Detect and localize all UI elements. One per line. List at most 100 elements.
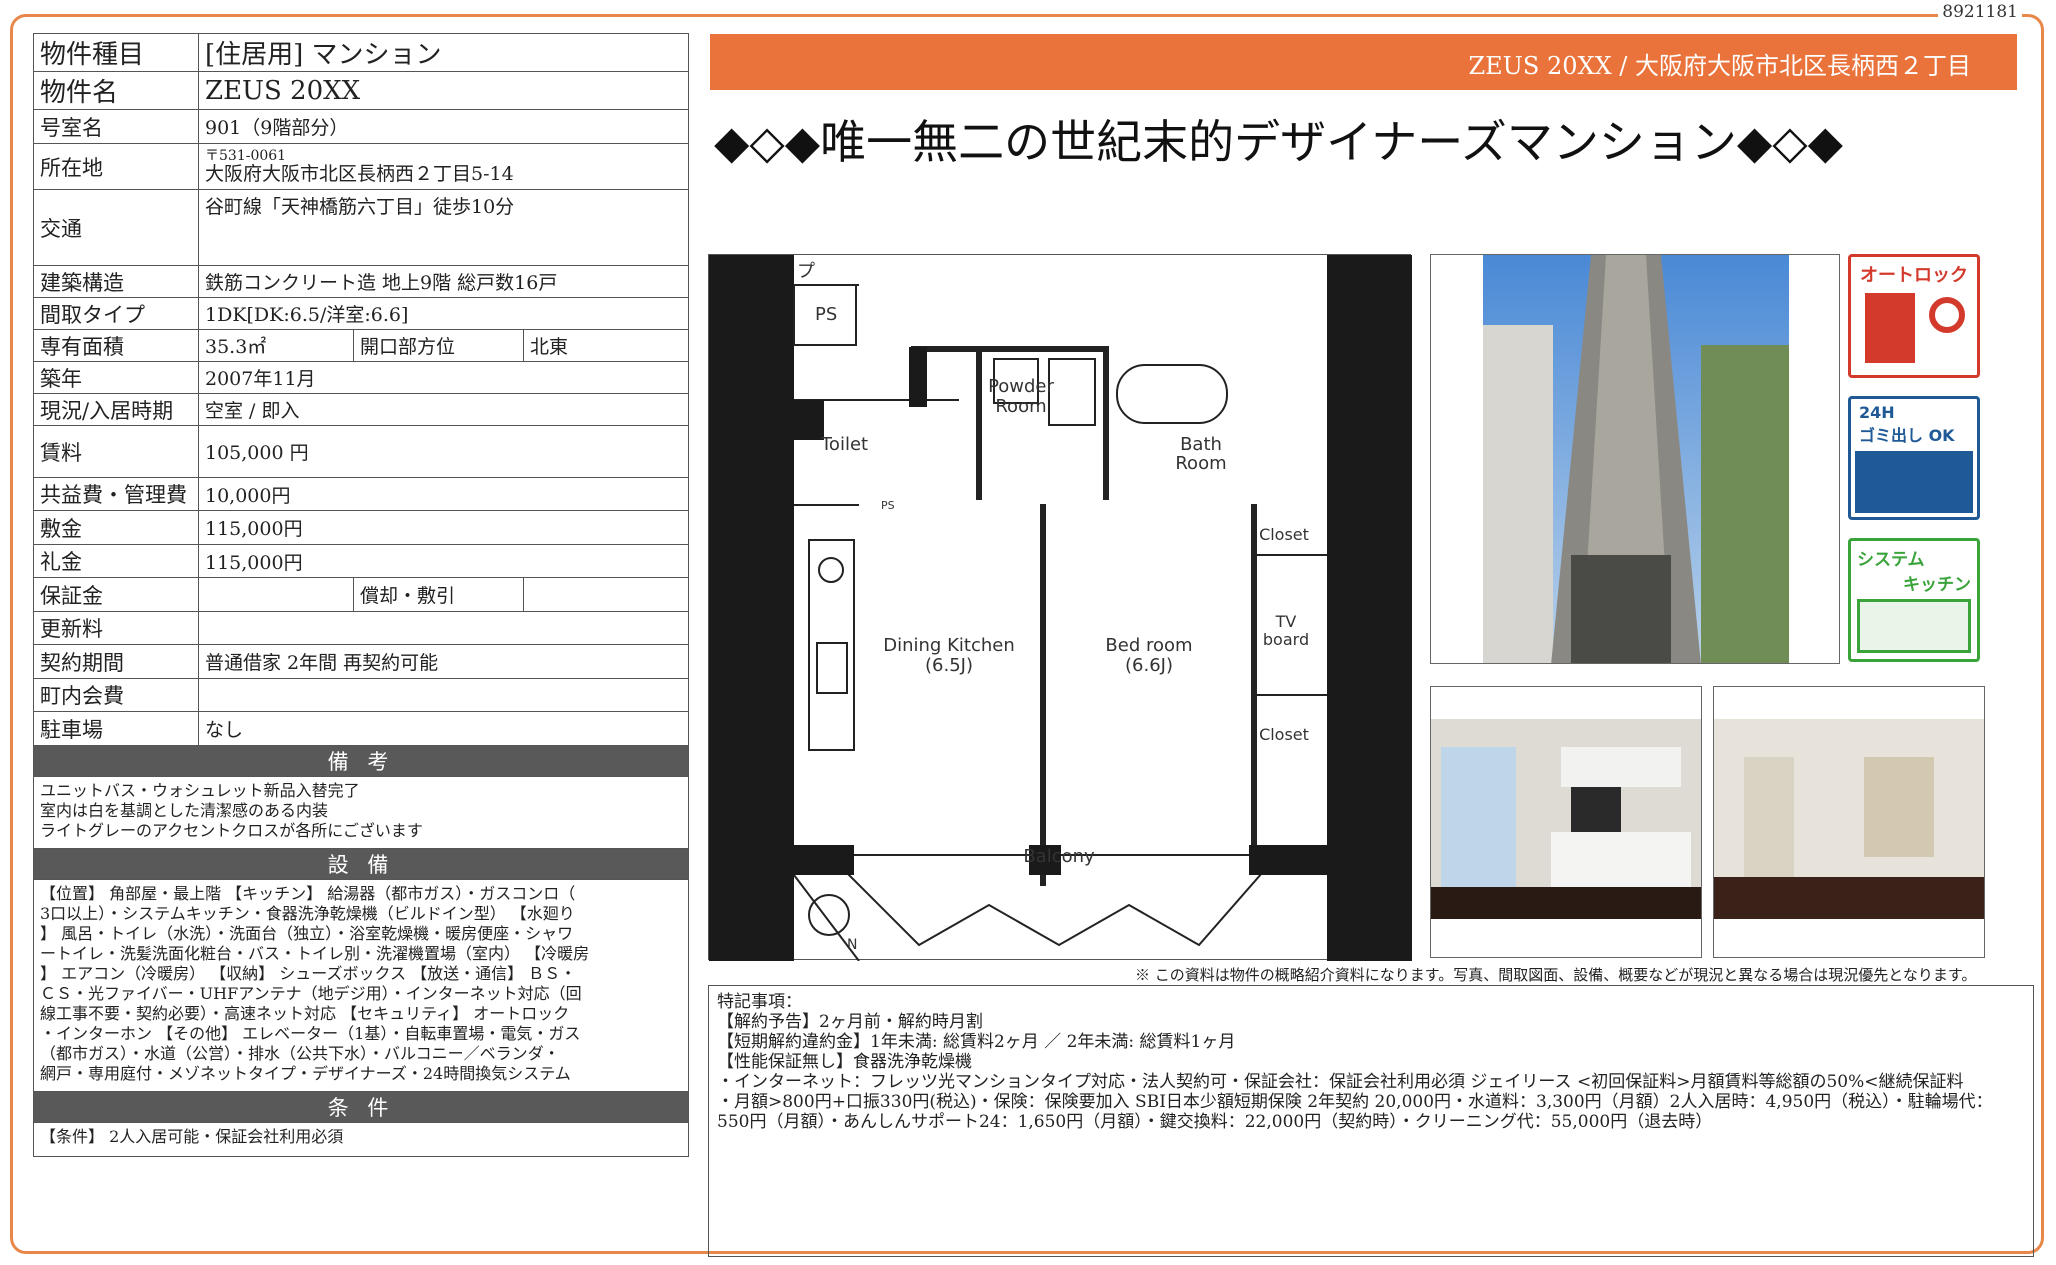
plan-label-dining-kitchen: Dining Kitchen: [883, 635, 1014, 656]
plan-label-board: board: [1263, 630, 1309, 649]
structure-value: 鉄筋コンクリート造 地上9階 総戸数16戸: [198, 265, 689, 298]
conditions-line: 【条件】 2人入居可能・保証会社利用必須: [40, 1127, 344, 1146]
area-value: 35.3㎡: [198, 329, 354, 362]
plan-label-tv: TV: [1275, 612, 1297, 631]
contract-value: 普通借家 2年間 再契約可能: [198, 644, 689, 679]
notes-line: 特記事項：: [717, 992, 802, 1012]
garbage-label-24h: 24H: [1859, 403, 1895, 422]
equipment-line: ートイレ・洗髪洗面化粧台・バス・トイレ別・洗濯機置場（室内） 【冷暖房: [40, 944, 590, 963]
side-wall-right: [1327, 255, 1412, 961]
garbage-badge: 24H ゴミ出し OK: [1848, 396, 1980, 520]
guarantee-label: 保証金: [33, 577, 199, 612]
property-spec-table: 物件種目 [住居用] マンション 物件名 ZEUS 20XX 号室名 901（9階部分…: [33, 33, 689, 1157]
fee-label: 共益費・管理費: [33, 477, 199, 511]
renewal-value: [198, 611, 689, 645]
document-id: 8921181: [1938, 2, 2022, 22]
remarks-line: 室内は白を基調とした清潔感のある内装: [40, 801, 329, 820]
postal-code: 〒531-0061: [205, 148, 287, 164]
layout-value: 1DK[DK:6.5/洋室:6.6]: [198, 297, 689, 330]
kitchen-label-1: システム: [1857, 550, 1925, 570]
plan-label-bath: Bath: [1180, 434, 1222, 455]
plan-label-bedroom: Bed room: [1105, 635, 1192, 656]
address-value: 大阪府大阪市北区長柄西２丁目5-14: [205, 163, 514, 185]
plan-label-closet-1: Closet: [1259, 525, 1309, 544]
status-label: 現況/入居時期: [33, 393, 199, 426]
room-label: 号室名: [33, 109, 199, 144]
notes-line: 550円（月額）・あんしんサポート24：1,650円（月額）・鍵交換料：22,0…: [717, 1112, 1713, 1132]
equipment-line: 3口以上）・システムキッチン・食器洗浄乾燥機（ビルドイン型） 【水廻り: [40, 904, 575, 923]
access-label: 交通: [33, 189, 199, 266]
rent-value: 105,000 円: [198, 425, 689, 478]
equipment-line: 線工事不要・契約必要）・高速ネット対応 【セキュリティ】 オートロック: [40, 1004, 570, 1023]
building-image: [1483, 255, 1789, 663]
amortization-value: [523, 577, 689, 612]
kitchen-image: [1431, 687, 1701, 919]
town-fee-value: [198, 678, 689, 712]
compass-north: N: [847, 937, 857, 953]
plan-label-ps: PS: [815, 304, 837, 325]
name-label: 物件名: [33, 71, 199, 110]
floor-plan: プ PS PS Toilet Powder Room Bath Room Clo…: [708, 254, 1412, 962]
parking-label: 駐車場: [33, 711, 199, 746]
equipment-line: 】 風呂・トイレ（水洗）・洗面台（独立）・浴室乾燥機・暖房便座・シャワ: [40, 924, 574, 943]
plan-label-bed-size: (6.6J): [1125, 655, 1173, 676]
corner-column-left: [794, 845, 854, 875]
plan-label-room-2: Room: [1175, 453, 1226, 474]
conditions-header: 条 件: [33, 1091, 689, 1123]
side-wall-left: [709, 255, 794, 961]
floor-plan-drawing: プ PS PS Toilet Powder Room Bath Room Clo…: [709, 255, 1412, 962]
equipment-line: 【位置】 角部屋・最上階 【キッチン】 給湯器（都市ガス）・ガスコンロ（: [40, 884, 576, 903]
equipment-body: 【位置】 角部屋・最上階 【キッチン】 給湯器（都市ガス）・ガスコンロ（ 3口以…: [33, 879, 689, 1092]
town-fee-label: 町内会費: [33, 678, 199, 712]
notes-line: 【性能保証無し】食器洗浄乾燥機: [717, 1052, 972, 1072]
opening-value: 北東: [523, 329, 689, 362]
remarks-header: 備 考: [33, 745, 689, 777]
amortization-label: 償却・敷引: [353, 577, 524, 612]
key-icon: [1929, 297, 1965, 333]
keypad-icon: [1865, 293, 1915, 363]
type-value: [住居用] マンション: [198, 33, 689, 72]
column-mid: [909, 347, 927, 407]
interior-photo-room: [1713, 686, 1985, 958]
exterior-photo: [1430, 254, 1840, 664]
renewal-label: 更新料: [33, 611, 199, 645]
fee-value: 10,000円: [198, 477, 689, 511]
remarks-body: ユニットバス・ウォシュレット新品入替完了 室内は白を基調とした清潔感のある内装 …: [33, 776, 689, 849]
system-kitchen-badge: システム キッチン: [1848, 538, 1980, 662]
status-value: 空室 / 即入: [198, 393, 689, 426]
contract-label: 契約期間: [33, 644, 199, 679]
column-left: [794, 400, 824, 440]
notes-line: ・インターネット：フレッツ光マンションタイプ対応・法人契約可・保証会社：保証会社…: [717, 1072, 1964, 1092]
plan-label-room-1: Room: [995, 396, 1046, 417]
key-money-label: 礼金: [33, 544, 199, 578]
area-label: 専有面積: [33, 329, 199, 362]
equipment-header: 設 備: [33, 848, 689, 880]
address-label: 所在地: [33, 143, 199, 190]
room-image: [1714, 687, 1984, 919]
notes-line: 【短期解約違約金】1年未満: 総賃料2ヶ月 ／ 2年未満: 総賃料1ヶ月: [717, 1032, 1236, 1052]
equipment-line: ＣＳ・光ファイバー・UHFアンテナ（地デジ用）・インターネット対応（回: [40, 984, 582, 1003]
built-value: 2007年11月: [198, 361, 689, 394]
plan-label-toilet: Toilet: [820, 434, 868, 455]
layout-label: 間取タイプ: [33, 297, 199, 330]
built-label: 築年: [33, 361, 199, 394]
equipment-line: （都市ガス）・水道（公営）・排水（公共下水）・バルコニー／ベランダ・: [40, 1044, 560, 1063]
plan-label-dk-size: (6.5J): [925, 655, 973, 676]
trash-person-icon: [1855, 451, 1973, 513]
structure-label: 建築構造: [33, 265, 199, 298]
kitchen-counter-icon: [1857, 599, 1971, 653]
deposit-label: 敷金: [33, 510, 199, 545]
corner-column-right: [1249, 845, 1327, 875]
interior-photo-kitchen: [1430, 686, 1702, 958]
room-value: 901（9階部分）: [198, 109, 689, 144]
equipment-line: ・インターホン 【その他】 エレベーター（1基）・自転車置場・電気・ガス: [40, 1024, 581, 1043]
conditions-body: 【条件】 2人入居可能・保証会社利用必須: [33, 1122, 689, 1157]
plan-label-ps-small: PS: [881, 499, 895, 512]
type-label: 物件種目: [33, 33, 199, 72]
equipment-line: 】 エアコン（冷暖房） 【収納】 シューズボックス 【放送・通信】 ＢＳ・: [40, 964, 577, 983]
remarks-line: ライトグレーのアクセントクロスが各所にございます: [40, 821, 423, 840]
plan-label-closet-2: Closet: [1259, 725, 1309, 744]
rent-label: 賃料: [33, 425, 199, 478]
notes-line: 【解約予告】2ヶ月前・解約時月割: [717, 1012, 983, 1032]
deposit-value: 115,000円: [198, 510, 689, 545]
